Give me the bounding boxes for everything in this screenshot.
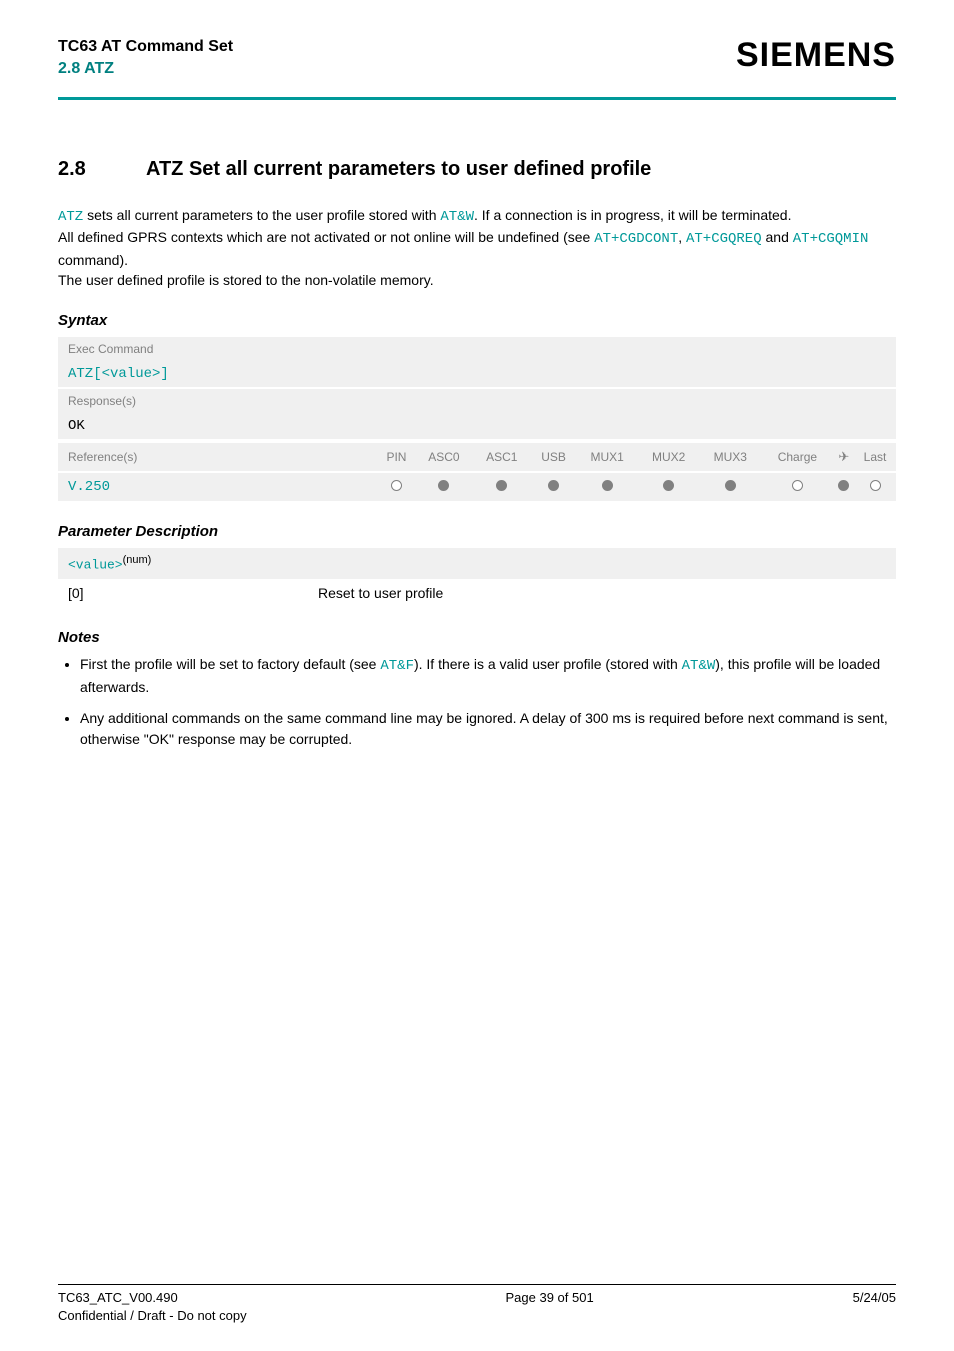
link-cgqreq[interactable]: AT+CGQREQ <box>686 231 762 247</box>
param-token-sup: (num) <box>123 554 152 566</box>
syntax-block: Exec Command ATZ[<value>] Response(s) OK <box>58 337 896 439</box>
reference-table: Reference(s) PIN ASC0 ASC1 USB MUX1 MUX2… <box>58 443 896 501</box>
param-key: [0] <box>68 585 318 601</box>
syntax-heading: Syntax <box>58 312 896 329</box>
intro-text-frag: The user defined profile is stored to th… <box>58 272 434 288</box>
col-usb: USB <box>531 443 577 472</box>
param-value-token: <value>(num) <box>58 548 896 578</box>
plane-icon: ✈ <box>838 449 849 465</box>
link-atw[interactable]: AT&W <box>440 209 474 225</box>
col-charge: Charge <box>761 443 834 472</box>
state-mux1 <box>576 472 638 501</box>
link-cgdcont[interactable]: AT+CGDCONT <box>594 231 678 247</box>
intro-text: ATZ sets all current parameters to the u… <box>58 205 896 290</box>
dot-filled-icon <box>438 480 449 491</box>
response-value: OK <box>58 413 896 439</box>
col-asc0: ASC0 <box>415 443 473 472</box>
footer-version: TC63_ATC_V00.490 <box>58 1289 247 1307</box>
brand-logo: SIEMENS <box>736 36 896 75</box>
reference-label: Reference(s) <box>58 443 378 472</box>
note-text: ). If there is a valid user profile (sto… <box>414 656 682 672</box>
note-item: First the profile will be set to factory… <box>80 654 896 698</box>
state-asc1 <box>473 472 531 501</box>
state-plane <box>834 472 854 501</box>
dot-filled-icon <box>663 480 674 491</box>
state-mux3 <box>699 472 761 501</box>
dot-empty-icon <box>792 480 803 491</box>
intro-text-frag: sets all current parameters to the user … <box>83 207 440 223</box>
dot-empty-icon <box>870 480 881 491</box>
footer-date: 5/24/05 <box>853 1289 896 1325</box>
col-mux3: MUX3 <box>699 443 761 472</box>
dot-filled-icon <box>548 480 559 491</box>
dot-filled-icon <box>496 480 507 491</box>
footer: TC63_ATC_V00.490 Confidential / Draft - … <box>58 1284 896 1325</box>
dot-empty-icon <box>391 480 402 491</box>
intro-text-frag: All defined GPRS contexts which are not … <box>58 229 594 245</box>
section-number: 2.8 <box>58 158 98 181</box>
col-last: Last <box>854 443 896 472</box>
param-value-row: [0] Reset to user profile <box>58 579 896 607</box>
state-usb <box>531 472 577 501</box>
intro-text-frag: command). <box>58 252 128 268</box>
param-desc: Reset to user profile <box>318 585 443 601</box>
exec-label: Exec Command <box>58 337 896 361</box>
param-heading: Parameter Description <box>58 523 896 540</box>
intro-text-frag: and <box>762 229 793 245</box>
link-atz[interactable]: ATZ <box>58 209 83 225</box>
dot-filled-icon <box>602 480 613 491</box>
response-label: Response(s) <box>58 387 896 413</box>
link-atf[interactable]: AT&F <box>380 658 414 674</box>
col-mux2: MUX2 <box>638 443 700 472</box>
doc-subtitle: 2.8 ATZ <box>58 58 233 80</box>
link-cgqmin[interactable]: AT+CGQMIN <box>793 231 869 247</box>
state-asc0 <box>415 472 473 501</box>
cmd-text: ATZ[ <box>68 366 102 382</box>
section-title: ATZ Set all current parameters to user d… <box>146 158 651 181</box>
state-pin <box>378 472 415 501</box>
note-text: First the profile will be set to factory… <box>80 656 380 672</box>
dot-filled-icon <box>838 480 849 491</box>
col-mux1: MUX1 <box>576 443 638 472</box>
note-item: Any additional commands on the same comm… <box>80 708 896 750</box>
dot-filled-icon <box>725 480 736 491</box>
col-plane: ✈ <box>834 443 854 472</box>
param-token: <value> <box>68 558 123 573</box>
notes-heading: Notes <box>58 629 896 646</box>
reference-value: V.250 <box>58 472 378 501</box>
intro-text-frag: . If a connection is in progress, it wil… <box>474 207 791 223</box>
notes-list: First the profile will be set to factory… <box>58 654 896 750</box>
col-asc1: ASC1 <box>473 443 531 472</box>
footer-page: Page 39 of 501 <box>506 1289 594 1325</box>
doc-title: TC63 AT Command Set <box>58 36 233 58</box>
link-value-param[interactable]: <value> <box>102 366 161 382</box>
cmd-text: ] <box>160 366 168 382</box>
link-atw-note[interactable]: AT&W <box>682 658 716 674</box>
state-mux2 <box>638 472 700 501</box>
state-last <box>854 472 896 501</box>
intro-text-frag: , <box>678 229 686 245</box>
header-divider <box>58 97 896 100</box>
col-pin: PIN <box>378 443 415 472</box>
footer-confidential: Confidential / Draft - Do not copy <box>58 1307 247 1325</box>
exec-command: ATZ[<value>] <box>58 361 896 387</box>
state-charge <box>761 472 834 501</box>
